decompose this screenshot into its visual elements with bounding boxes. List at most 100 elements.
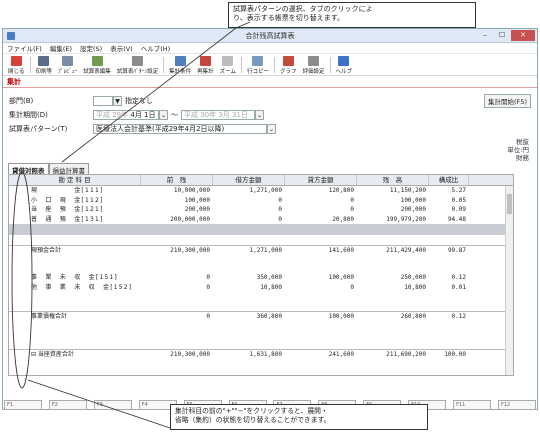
toolbar-edit-button[interactable]: 試算表編集	[81, 56, 113, 75]
cell-debit	[213, 340, 285, 350]
cell-credit	[285, 321, 357, 331]
maximize-button[interactable]: ☐	[494, 30, 510, 41]
menu-view[interactable]: 表示(V)	[110, 43, 133, 53]
cell-ratio	[429, 302, 469, 312]
cell-ratio	[429, 264, 469, 274]
cell-bal	[357, 302, 429, 312]
cell-credit: 100,000	[328, 274, 354, 281]
cell-name	[9, 340, 141, 350]
cell-prev	[141, 340, 213, 350]
cell-bal	[357, 264, 429, 274]
cell-prev	[141, 224, 213, 235]
close-window-button[interactable]: ✕	[511, 30, 535, 41]
cell-bal	[357, 330, 429, 340]
cell-name	[9, 321, 141, 331]
scroll-thumb[interactable]	[507, 194, 512, 214]
toolbar-label: 再集計	[197, 69, 214, 75]
table-row[interactable]: 現預金合計 210,300,000 1,271,000 141,600 211,429,…	[9, 244, 513, 255]
chart-icon	[282, 56, 294, 66]
cell-debit: 1,271,000	[249, 187, 282, 194]
pattern-select[interactable]: 医療法人会計基準(平成29年4月2日以降)	[93, 124, 267, 134]
function-key-f1[interactable]: F1	[4, 400, 42, 410]
toolbar-printer-button[interactable]: 印刷等	[34, 56, 55, 75]
tab-aggregate[interactable]: 集計	[4, 77, 24, 87]
cell-prev: 200,000	[184, 206, 210, 213]
toolbar-filter-button[interactable]: 集計条件	[167, 56, 193, 75]
cell-prev: 100,000	[184, 196, 210, 204]
toolbar-pattern-button[interactable]: 試算表ﾊﾟﾀｰﾝ設定	[115, 56, 160, 75]
function-key-f12[interactable]: F12	[497, 400, 536, 410]
cell-credit	[285, 254, 357, 264]
edit-icon	[91, 56, 103, 66]
menu-edit[interactable]: 編集(E)	[50, 43, 72, 53]
cell-ratio	[429, 254, 469, 264]
cell-bal: 10,800	[404, 283, 426, 291]
start-aggregate-button[interactable]: 集計開始(F5)	[484, 94, 531, 108]
cell-credit	[285, 340, 357, 350]
table-row[interactable]: 事業債権合計 0 360,800 100,000 260,800 0.12	[9, 311, 513, 321]
period-to-input[interactable]: 平成 30年 3月 31日	[181, 110, 255, 120]
cell-debit: 0	[278, 215, 282, 223]
cell-ratio: 0.09	[451, 206, 466, 213]
toolbar-rating-button[interactable]: 評価設定	[300, 56, 326, 75]
dept-dropdown-button[interactable]: ▼	[113, 96, 122, 106]
toolbar-zoom-button[interactable]: ズーム	[218, 56, 238, 75]
cell-debit: 10,800	[260, 283, 282, 291]
cell-prev: 200,000,000	[170, 215, 210, 223]
period-to-dropdown[interactable]: ⌄	[255, 110, 264, 120]
unit-label: 単位:円	[507, 146, 529, 154]
toolbar-label: ﾌﾟﾚﾋﾞｭｰ	[58, 69, 78, 75]
table-row[interactable]: 当 座 預 金[121] 200,000 0 0 200,000 0.09	[9, 205, 513, 215]
function-key-f3[interactable]: F3	[93, 400, 132, 410]
cell-name	[9, 302, 141, 312]
minimize-button[interactable]: –	[477, 30, 493, 41]
table-row[interactable]: 他 事 業 未 収 金[152] 0 10,800 0 10,800 0.01	[9, 283, 513, 293]
toolbar-preview-button[interactable]: ﾌﾟﾚﾋﾞｭｰ	[56, 56, 79, 75]
cell-credit: 20,800	[332, 215, 354, 223]
function-key-f2[interactable]: F2	[48, 400, 87, 410]
pattern-icon	[131, 56, 143, 66]
toolbar-chart-button[interactable]: グラフ	[278, 56, 299, 75]
toolbar-help-button[interactable]: ヘルプ	[334, 56, 355, 75]
toolbar-recalc-button[interactable]: 再集計	[195, 56, 216, 75]
unit-info: 税抜 単位:円 財務	[507, 138, 529, 162]
cell-name	[9, 254, 141, 264]
pattern-dropdown[interactable]: ⌄	[267, 124, 276, 134]
table-row	[9, 340, 513, 350]
function-key-f11[interactable]: F11	[453, 400, 492, 410]
cell-credit	[285, 292, 357, 302]
cell-name: 普 通 預 金[131]	[31, 215, 104, 223]
table-row[interactable]: ⊟ 当座資産合計 210,300,000 1,631,800 241,600 211,6…	[9, 349, 513, 359]
cell-prev: 0	[206, 274, 210, 281]
table-header: 勘 定 科 目 前 残 借方金額 貸方金額 残 高 構成比	[9, 175, 513, 186]
col-balance: 残 高	[357, 175, 429, 185]
menu-help[interactable]: ヘルプ(H)	[141, 43, 170, 53]
toolbar-separator	[240, 57, 242, 73]
cell-name	[9, 292, 141, 302]
table-row[interactable]: 事 業 未 収 金[151] 0 350,000 100,000 250,000 0.12	[9, 273, 513, 283]
dept-code-input[interactable]	[93, 96, 113, 106]
table-row[interactable]: 小 口 現 金[112] 100,000 0 0 100,000 0.05	[9, 196, 513, 206]
period-from-input[interactable]: 平成 29年 4月 1日	[93, 110, 159, 120]
cell-name	[9, 330, 141, 340]
table-row[interactable]: 現 金[111] 10,000,000 1,271,000 120,800 11,150…	[9, 186, 513, 196]
menu-file[interactable]: ファイル(F)	[7, 43, 42, 53]
col-account: 勘 定 科 目	[9, 175, 141, 185]
toolbar-label: グラフ	[279, 69, 297, 75]
table-row	[9, 235, 513, 245]
cell-prev	[141, 235, 213, 245]
table-row[interactable]: 普 通 預 金[131] 200,000,000 0 20,800 199,979,20…	[9, 215, 513, 225]
toolbar-copy-row-button[interactable]: 行コピー	[245, 56, 271, 75]
cell-name: 当 座 預 金[121]	[31, 206, 104, 213]
cell-credit: 120,800	[328, 187, 354, 194]
vertical-scrollbar[interactable]	[505, 186, 513, 375]
cell-prev	[141, 264, 213, 274]
cell-ratio	[429, 235, 469, 245]
window-title: 合計残高試算表	[245, 32, 295, 40]
cell-ratio: 0.12	[451, 274, 466, 281]
period-from-dropdown[interactable]: ⌄	[159, 110, 168, 120]
menu-settings[interactable]: 設定(S)	[80, 43, 102, 53]
toolbar-close-doc-button[interactable]: 閉じる	[6, 56, 27, 75]
cell-debit: 350,000	[256, 274, 282, 281]
cell-credit: 0	[350, 283, 354, 291]
